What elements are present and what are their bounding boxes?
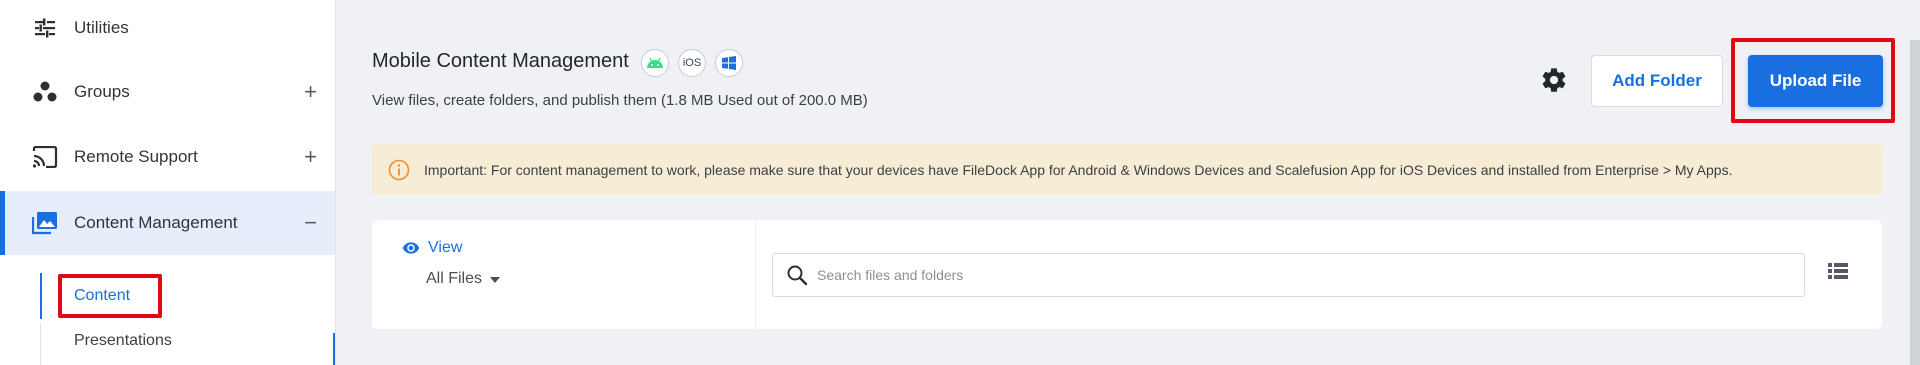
collapse-icon[interactable]: − [304, 212, 317, 234]
expand-icon[interactable]: + [304, 146, 317, 168]
sidebar-item-label: Remote Support [74, 147, 198, 166]
file-filter-dropdown[interactable]: All Files [426, 270, 501, 288]
sidebar-item-label: Utilities [74, 18, 129, 37]
notice-text: Important: For content management to wor… [424, 161, 1733, 178]
add-folder-button[interactable]: Add Folder [1591, 55, 1723, 107]
gear-icon[interactable] [1540, 66, 1568, 94]
expand-icon[interactable]: + [304, 81, 317, 103]
photo-library-icon [30, 208, 60, 238]
view-toggle[interactable]: View [402, 239, 462, 257]
sidebar-item-label: Groups [74, 82, 130, 101]
ios-icon: iOS [678, 49, 706, 77]
panel-divider [755, 220, 756, 329]
sidebar-item-label: Content Management [74, 213, 238, 232]
sidebar-item-groups[interactable]: Groups + [0, 60, 335, 124]
file-filter-value: All Files [426, 270, 483, 287]
view-label: View [428, 239, 463, 256]
list-view-icon[interactable] [1828, 263, 1854, 285]
subnav-line [40, 323, 41, 365]
sliders-icon [30, 13, 60, 43]
active-indicator [40, 273, 42, 319]
ios-badge-label: iOS [682, 57, 702, 69]
files-panel: View All Files [372, 220, 1882, 329]
upload-file-button[interactable]: Upload File [1748, 55, 1883, 107]
search-box[interactable] [772, 253, 1805, 297]
search-input[interactable] [817, 254, 1777, 296]
page-title: Mobile Content Management [372, 50, 629, 72]
sidebar-scroll-indicator [333, 333, 335, 365]
caret-down-icon [490, 277, 501, 283]
sidebar: Utilities Groups + Remote Support + Cont… [0, 0, 336, 365]
important-notice: Important: For content management to wor… [372, 144, 1882, 195]
sidebar-item-utilities[interactable]: Utilities [0, 0, 335, 60]
cast-icon [30, 142, 60, 172]
android-icon [641, 49, 669, 77]
sidebar-item-remote-support[interactable]: Remote Support + [0, 125, 335, 189]
eye-icon [402, 239, 420, 257]
sidebar-item-content-management[interactable]: Content Management − [0, 191, 335, 255]
search-icon [785, 263, 809, 287]
page-scrollbar[interactable] [1910, 40, 1920, 365]
storage-usage-text: View files, create folders, and publish … [372, 92, 868, 109]
groups-icon [30, 77, 60, 107]
windows-icon [715, 49, 743, 77]
sidebar-subitem-content[interactable]: Content [74, 287, 130, 305]
sidebar-subitem-presentations[interactable]: Presentations [74, 332, 172, 350]
info-icon [388, 159, 410, 181]
